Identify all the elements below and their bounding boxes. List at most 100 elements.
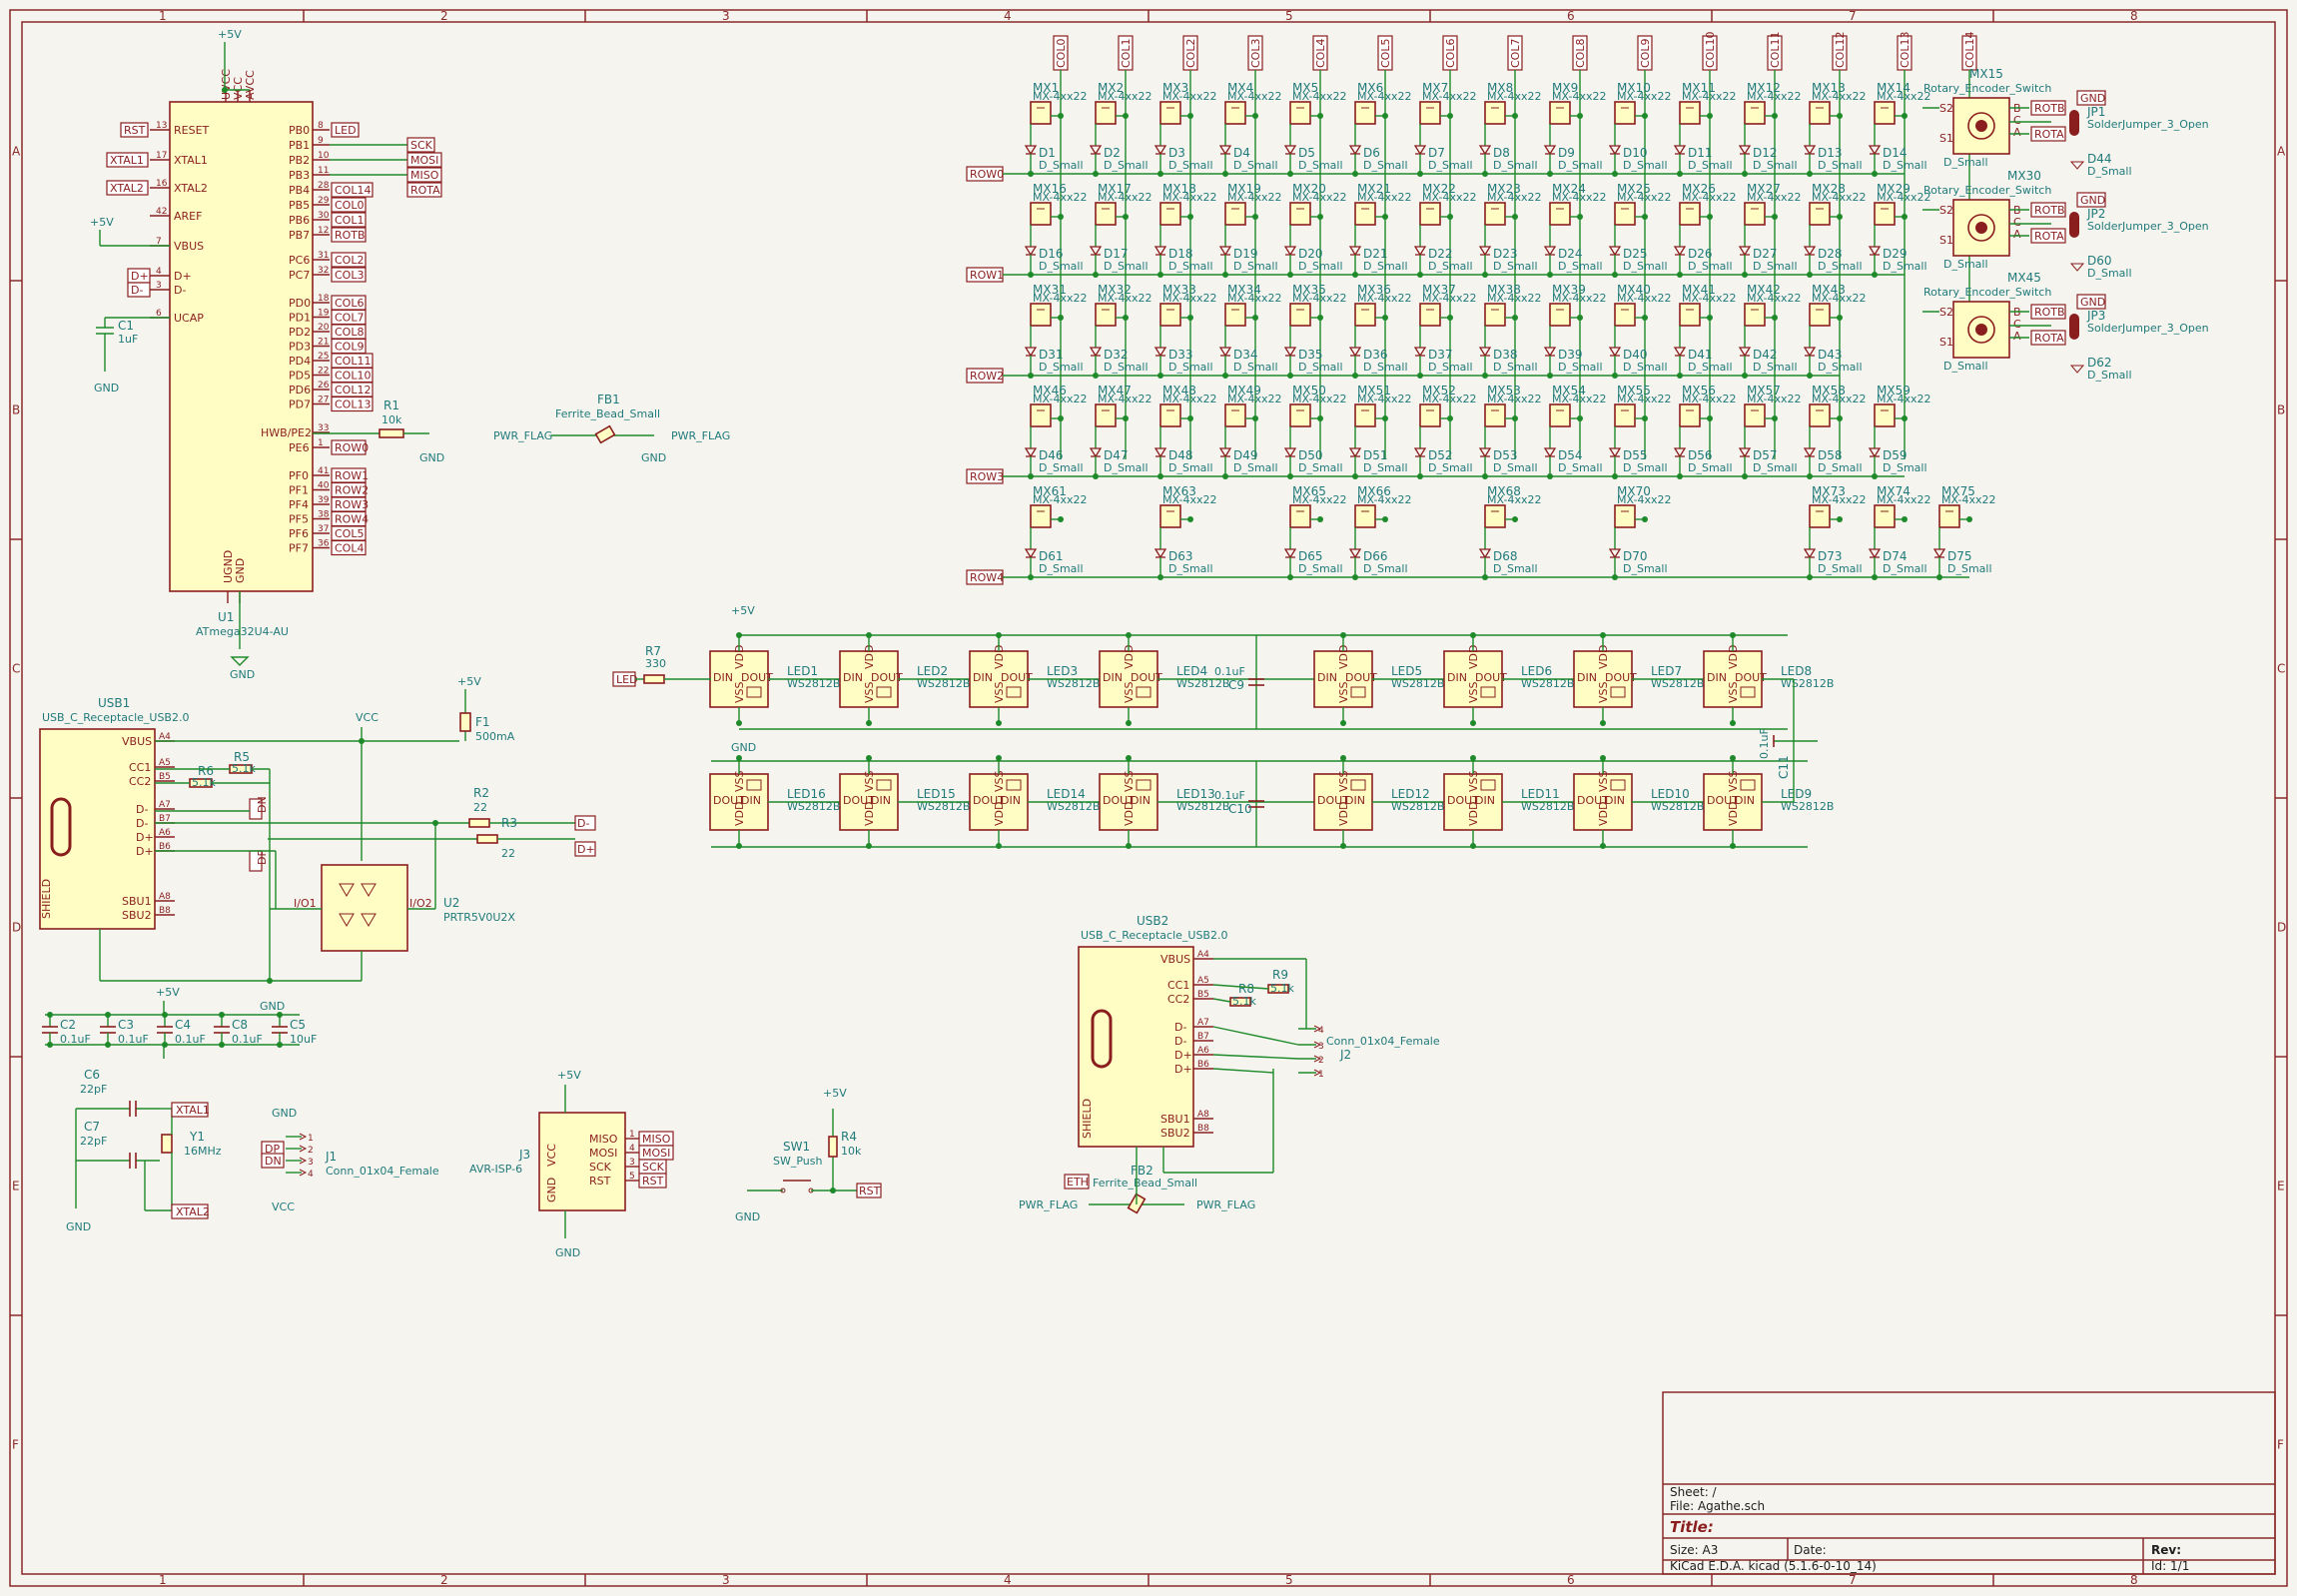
switch-mx1[interactable]: MX1MX-4xx22: [1030, 81, 1087, 125]
switch-mx6[interactable]: MX6MX-4xx22: [1354, 81, 1411, 125]
switch-mx4[interactable]: MX4MX-4xx22: [1224, 81, 1281, 125]
diode-d68[interactable]: D68D_Small: [1478, 527, 1538, 580]
encoder-0[interactable]: MX15Rotary_Encoder_SwitchS2S1BCAROTBROTA…: [1922, 67, 2209, 183]
diode-d11[interactable]: D11D_Small: [1673, 124, 1733, 177]
switch-mx24[interactable]: MX24MX-4xx22: [1549, 182, 1606, 226]
switch-mx40[interactable]: MX40MX-4xx22: [1614, 283, 1671, 327]
switch-mx7[interactable]: MX7MX-4xx22: [1419, 81, 1476, 125]
diode-d37[interactable]: D37D_Small: [1413, 326, 1473, 379]
sw1-reset[interactable]: SW1 SW_Push R4 10k +5V GND RST: [735, 1087, 882, 1223]
diode-d16[interactable]: D16D_Small: [1024, 225, 1084, 278]
switch-mx32[interactable]: MX32MX-4xx22: [1095, 283, 1151, 327]
switch-mx68[interactable]: MX68MX-4xx22: [1484, 484, 1541, 528]
diode-d63[interactable]: D63D_Small: [1153, 527, 1213, 580]
switch-mx13[interactable]: MX13MX-4xx22: [1809, 81, 1866, 125]
switch-mx53[interactable]: MX53MX-4xx22: [1484, 384, 1541, 427]
mcu-u1[interactable]: RESET13RSTXTAL117XTAL1XTAL216XTAL2AREF42…: [106, 28, 442, 681]
switch-mx34[interactable]: MX34MX-4xx22: [1224, 283, 1281, 327]
switch-mx70[interactable]: MX70MX-4xx22: [1614, 484, 1671, 528]
switch-mx59[interactable]: MX59MX-4xx22: [1874, 384, 1930, 427]
switch-mx17[interactable]: MX17MX-4xx22: [1095, 182, 1151, 226]
diode-d47[interactable]: D47D_Small: [1089, 426, 1148, 479]
diode-d38[interactable]: D38D_Small: [1478, 326, 1538, 379]
diode-d57[interactable]: D57D_Small: [1738, 426, 1798, 479]
switch-mx25[interactable]: MX25MX-4xx22: [1614, 182, 1671, 226]
switch-mx11[interactable]: MX11MX-4xx22: [1679, 81, 1736, 125]
diode-d39[interactable]: D39D_Small: [1543, 326, 1603, 379]
diode-d1[interactable]: D1D_Small: [1024, 124, 1084, 177]
switch-mx75[interactable]: MX75MX-4xx22: [1938, 484, 1995, 528]
switch-mx65[interactable]: MX65MX-4xx22: [1289, 484, 1346, 528]
switch-mx31[interactable]: MX31MX-4xx22: [1030, 283, 1087, 327]
diode-d7[interactable]: D7D_Small: [1413, 124, 1473, 177]
diode-d32[interactable]: D32D_Small: [1089, 326, 1148, 379]
diode-d59[interactable]: D59D_Small: [1868, 426, 1927, 479]
switch-mx57[interactable]: MX57MX-4xx22: [1744, 384, 1801, 427]
diode-d5[interactable]: D5D_Small: [1283, 124, 1343, 177]
switch-mx35[interactable]: MX35MX-4xx22: [1289, 283, 1346, 327]
switch-mx10[interactable]: MX10MX-4xx22: [1614, 81, 1671, 125]
diode-d4[interactable]: D4D_Small: [1218, 124, 1278, 177]
diode-d48[interactable]: D48D_Small: [1153, 426, 1213, 479]
cap-c5[interactable]: C510uF: [272, 1012, 317, 1048]
switch-mx43[interactable]: MX43MX-4xx22: [1809, 283, 1866, 327]
switch-mx73[interactable]: MX73MX-4xx22: [1809, 484, 1866, 528]
diode-d34[interactable]: D34D_Small: [1218, 326, 1278, 379]
diode-d73[interactable]: D73D_Small: [1803, 527, 1863, 580]
switch-mx19[interactable]: MX19MX-4xx22: [1224, 182, 1281, 226]
diode-d74[interactable]: D74D_Small: [1868, 527, 1927, 580]
j3-isp[interactable]: MISO 1 MISOMOSI 4 MOSISCK 3 SCKRST 5 RST VCC GND…: [469, 1069, 674, 1259]
diode-d13[interactable]: D13D_Small: [1803, 124, 1863, 177]
switch-mx18[interactable]: MX18MX-4xx22: [1159, 182, 1216, 226]
diode-d3[interactable]: D3D_Small: [1153, 124, 1213, 177]
diode-d65[interactable]: D65D_Small: [1283, 527, 1343, 580]
diode-d53[interactable]: D53D_Small: [1478, 426, 1538, 479]
switch-mx46[interactable]: MX46MX-4xx22: [1030, 384, 1087, 427]
switch-mx36[interactable]: MX36MX-4xx22: [1354, 283, 1411, 327]
diode-d51[interactable]: D51D_Small: [1348, 426, 1408, 479]
encoder-2[interactable]: Rotary_Encoder_SwitchS2S1BCAROTBROTAGNDJ…: [1922, 286, 2209, 382]
diode-d29[interactable]: D29D_Small: [1868, 225, 1927, 278]
switch-mx48[interactable]: MX48MX-4xx22: [1159, 384, 1216, 427]
switch-mx23[interactable]: MX23MX-4xx22: [1484, 182, 1541, 226]
diode-d24[interactable]: D24D_Small: [1543, 225, 1603, 278]
switch-mx50[interactable]: MX50MX-4xx22: [1289, 384, 1346, 427]
diode-d17[interactable]: D17D_Small: [1089, 225, 1148, 278]
diode-d9[interactable]: D9D_Small: [1543, 124, 1603, 177]
switch-mx74[interactable]: MX74MX-4xx22: [1874, 484, 1930, 528]
switch-mx52[interactable]: MX52MX-4xx22: [1419, 384, 1476, 427]
switch-mx42[interactable]: MX42MX-4xx22: [1744, 283, 1801, 327]
switch-mx5[interactable]: MX5MX-4xx22: [1289, 81, 1346, 125]
usb2-connector[interactable]: VBUS A4 CC1 A5 CC2 B5 D- A7 D- B7 D+ A6 D+ B6 SBU1 A8 SB…: [1019, 914, 1440, 1214]
diode-d12[interactable]: D12D_Small: [1738, 124, 1798, 177]
switch-mx66[interactable]: MX66MX-4xx22: [1354, 484, 1411, 528]
diode-d75[interactable]: D75D_Small: [1932, 527, 1992, 580]
diode-d23[interactable]: D23D_Small: [1478, 225, 1538, 278]
switch-mx22[interactable]: MX22MX-4xx22: [1419, 182, 1476, 226]
crystal-y1[interactable]: C6 22pF C7 22pF Y1 16MHz XTAL1 XTAL2 GND: [66, 1068, 222, 1233]
diode-d8[interactable]: D8D_Small: [1478, 124, 1538, 177]
diode-d41[interactable]: D41D_Small: [1673, 326, 1733, 379]
diode-d56[interactable]: D56D_Small: [1673, 426, 1733, 479]
diode-d54[interactable]: D54D_Small: [1543, 426, 1603, 479]
cap-c4[interactable]: C40.1uF: [157, 1012, 206, 1048]
fb1-ferrite[interactable]: PWR_FLAG FB1 Ferrite_Bead_Small PWR_FLAG…: [493, 393, 730, 464]
diode-d66[interactable]: D66D_Small: [1348, 527, 1408, 580]
switch-mx63[interactable]: MX63MX-4xx22: [1159, 484, 1216, 528]
diode-d27[interactable]: D27D_Small: [1738, 225, 1798, 278]
switch-mx54[interactable]: MX54MX-4xx22: [1549, 384, 1606, 427]
switch-mx55[interactable]: MX55MX-4xx22: [1614, 384, 1671, 427]
diode-d26[interactable]: D26D_Small: [1673, 225, 1733, 278]
cap-c8[interactable]: C80.1uF: [214, 1012, 263, 1048]
diode-d52[interactable]: D52D_Small: [1413, 426, 1473, 479]
switch-mx28[interactable]: MX28MX-4xx22: [1809, 182, 1866, 226]
diode-d42[interactable]: D42D_Small: [1738, 326, 1798, 379]
diode-d46[interactable]: D46D_Small: [1024, 426, 1084, 479]
diode-d70[interactable]: D70D_Small: [1608, 527, 1668, 580]
switch-mx27[interactable]: MX27MX-4xx22: [1744, 182, 1801, 226]
switch-mx47[interactable]: MX47MX-4xx22: [1095, 384, 1151, 427]
switch-mx61[interactable]: MX61MX-4xx22: [1030, 484, 1087, 528]
diode-d18[interactable]: D18D_Small: [1153, 225, 1213, 278]
cap-c3[interactable]: C30.1uF: [100, 1012, 149, 1048]
diode-d31[interactable]: D31D_Small: [1024, 326, 1084, 379]
